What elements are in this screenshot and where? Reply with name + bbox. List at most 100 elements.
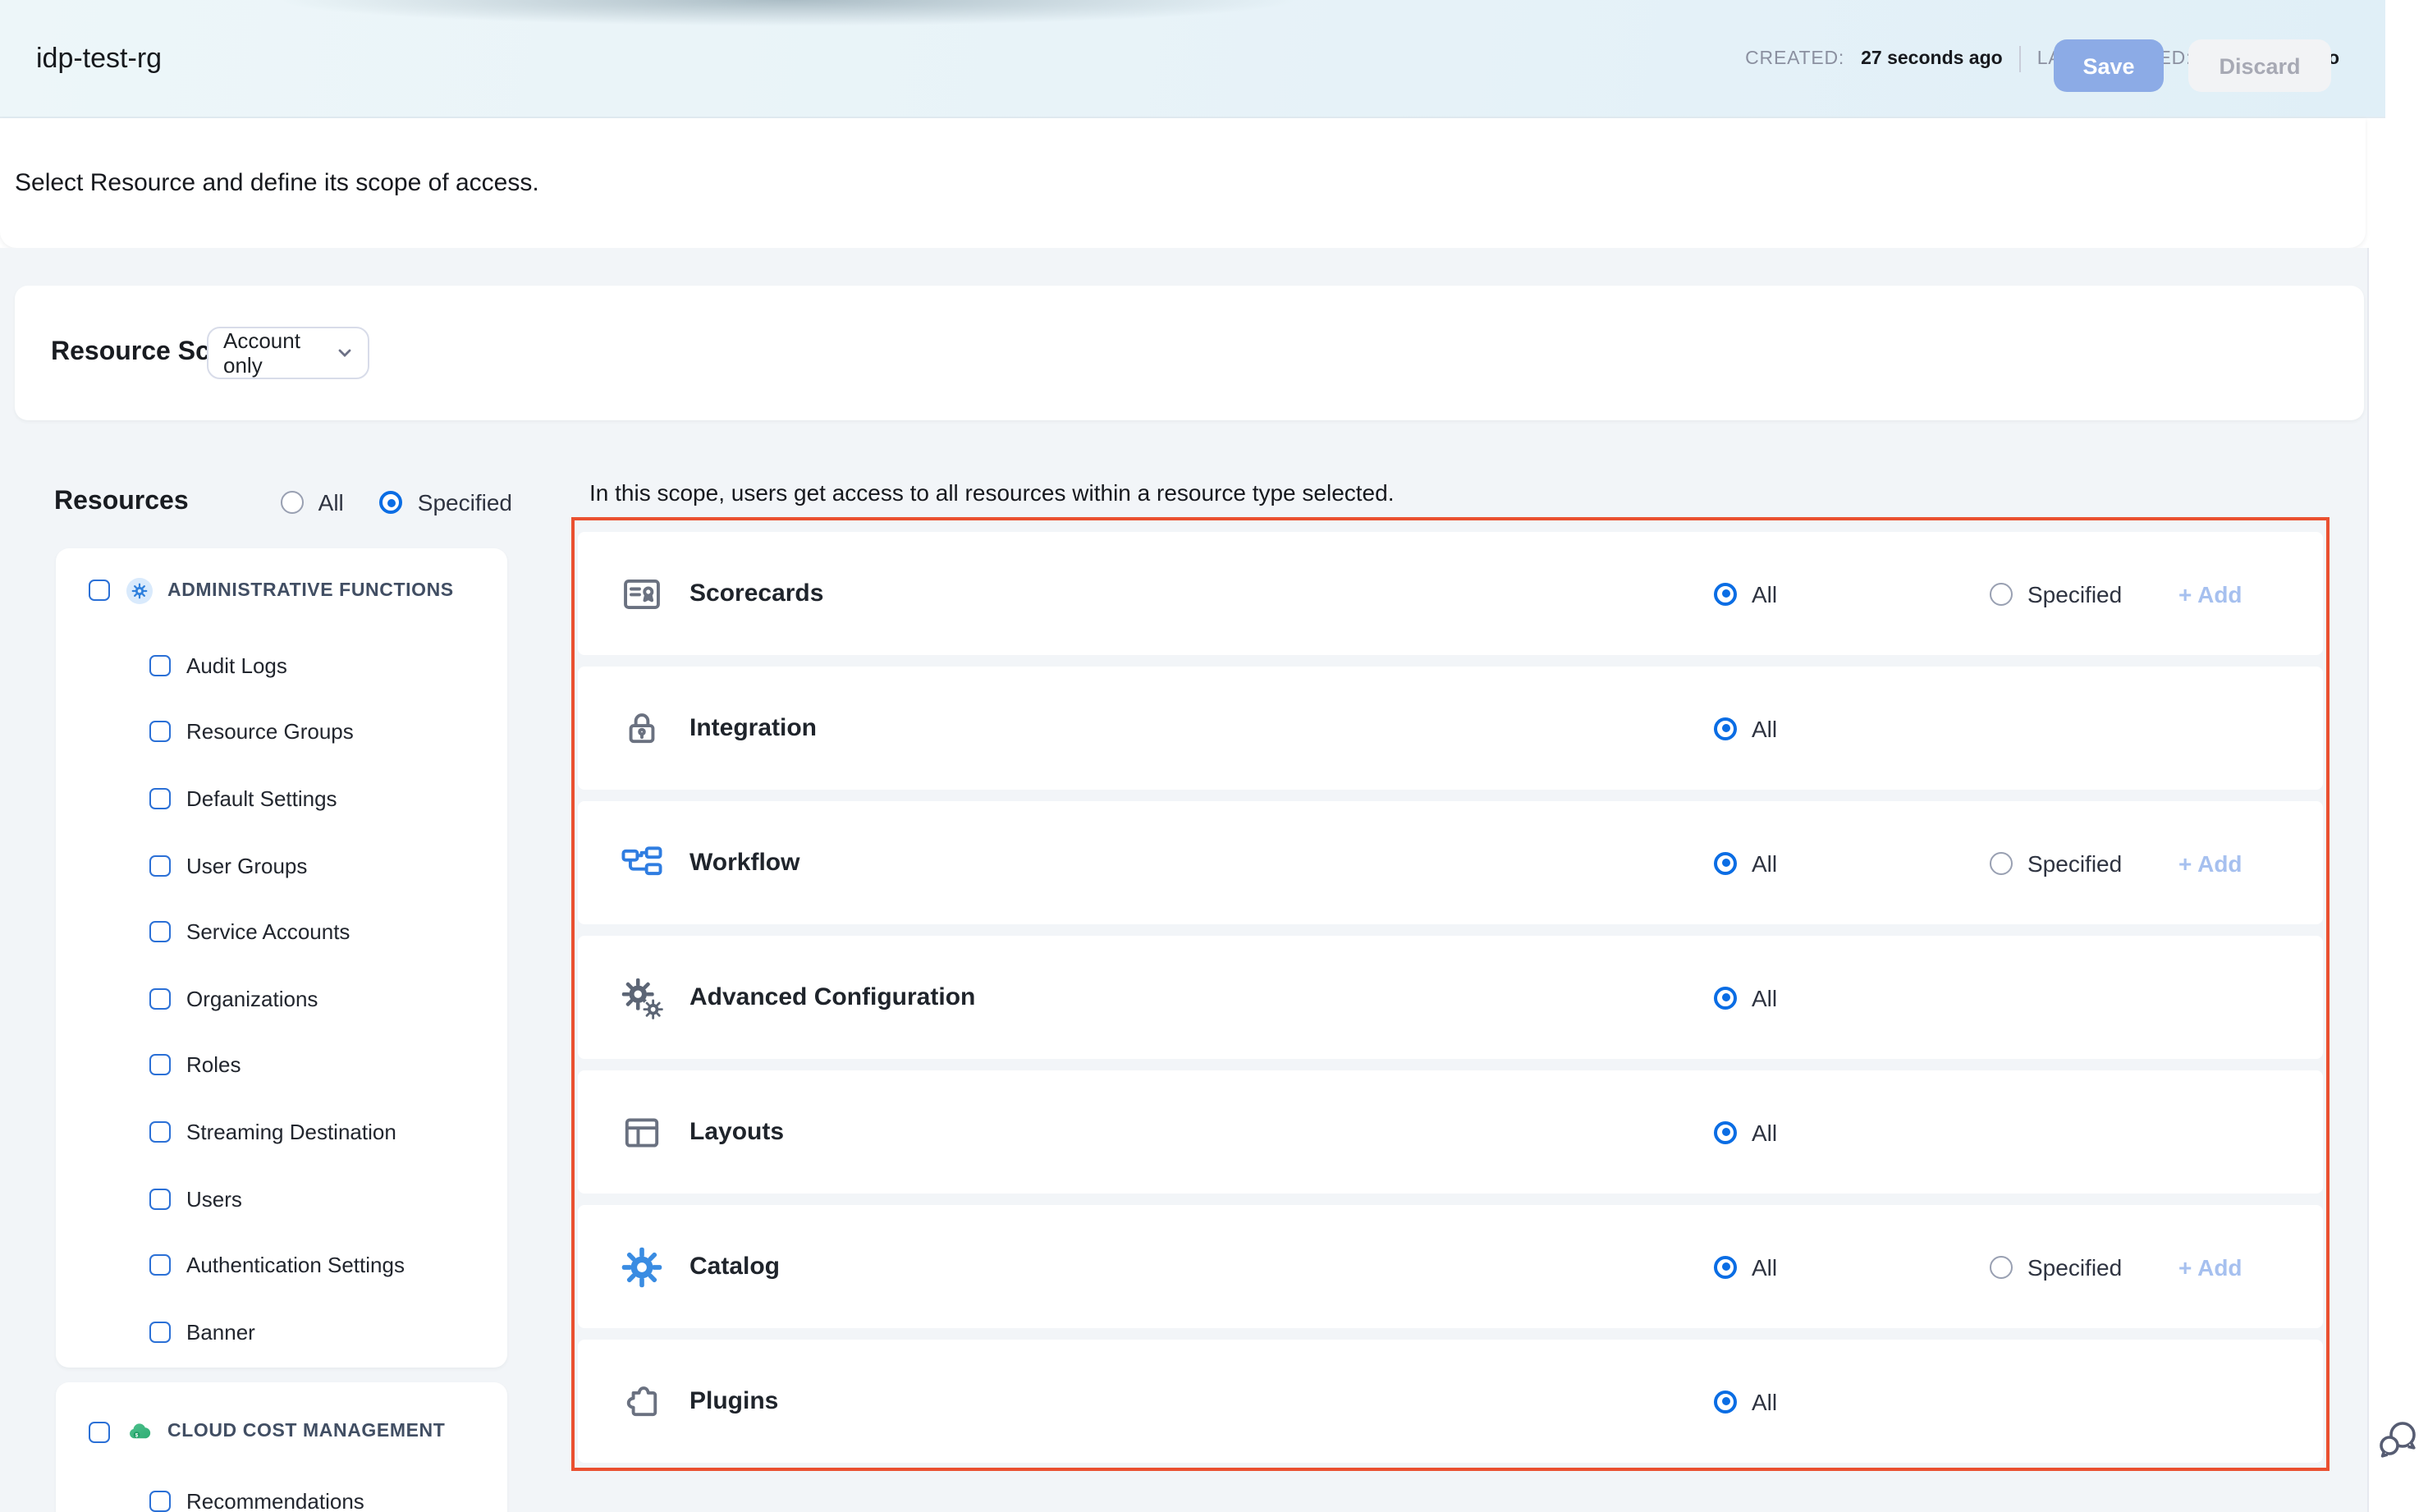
all-radio-label[interactable]: All: [1752, 1119, 1777, 1145]
resources-specified-label[interactable]: Specified: [418, 489, 512, 515]
checkbox-label[interactable]: User Groups: [186, 853, 307, 877]
add-link[interactable]: + Add: [2178, 801, 2242, 924]
group-title: CLOUD COST MANAGEMENT: [167, 1422, 445, 1441]
resources-all-radio[interactable]: [281, 491, 304, 514]
checkbox-label[interactable]: Default Settings: [186, 786, 337, 811]
resource-checkbox-item: User Groups: [56, 832, 507, 899]
all-radio-label[interactable]: All: [1752, 984, 1777, 1010]
resource-row: Layouts All Specified: [578, 1070, 2323, 1194]
resource-rows-highlight-box: Scorecards All Specified + Add Integrati…: [571, 517, 2330, 1471]
all-radio-label[interactable]: All: [1752, 1388, 1777, 1414]
all-radio[interactable]: [1714, 986, 1737, 1009]
specified-radio-label[interactable]: Specified: [2027, 1253, 2122, 1280]
page: idp-test-rg CREATED: 27 seconds ago LAST…: [0, 0, 2428, 1512]
resource-checkbox-item: Resource Groups: [56, 699, 507, 765]
checkbox[interactable]: [149, 655, 171, 676]
checkbox[interactable]: [149, 788, 171, 809]
checkbox-label[interactable]: Service Accounts: [186, 919, 350, 944]
resource-checkbox-item: Streaming Destination: [56, 1098, 507, 1165]
svg-text:$: $: [135, 1432, 139, 1438]
meta-divider: [2019, 45, 2021, 71]
discard-button[interactable]: Discard: [2188, 39, 2331, 92]
specified-radio[interactable]: [1990, 582, 2013, 605]
resource-row-label: Advanced Configuration: [689, 936, 975, 1059]
subheader-description: Select Resource and define its scope of …: [15, 118, 539, 248]
checkbox[interactable]: [149, 1121, 171, 1143]
resource-row: Advanced Configuration All Specified: [578, 936, 2323, 1059]
scorecards-icon: [621, 572, 663, 615]
resource-row: Workflow All Specified + Add: [578, 801, 2323, 924]
resource-row: Plugins All Specified: [578, 1340, 2323, 1463]
resource-row-label: Workflow: [689, 801, 799, 924]
resource-row-label: Layouts: [689, 1070, 784, 1194]
specified-radio[interactable]: [1990, 1255, 2013, 1278]
group-title: ADMINISTRATIVE FUNCTIONS: [167, 580, 454, 600]
gear-icon: [621, 1245, 663, 1288]
resource-group-card-ccm: $ CLOUD COST MANAGEMENT Recommendations: [56, 1382, 507, 1512]
page-title: idp-test-rg: [36, 0, 162, 117]
resource-row: Scorecards All Specified + Add: [578, 532, 2323, 655]
all-radio[interactable]: [1714, 1255, 1737, 1278]
all-radio[interactable]: [1714, 851, 1737, 874]
resource-row-label: Scorecards: [689, 532, 823, 655]
add-link[interactable]: + Add: [2178, 532, 2242, 655]
workflow-icon: [621, 841, 663, 884]
all-radio[interactable]: [1714, 717, 1737, 740]
checkbox[interactable]: [149, 1254, 171, 1276]
puzzle-icon: [621, 1380, 663, 1423]
chevron-down-icon: [337, 345, 353, 361]
save-button[interactable]: Save: [2054, 39, 2164, 92]
resources-all-label[interactable]: All: [318, 489, 344, 515]
all-radio-label[interactable]: All: [1752, 850, 1777, 876]
group-header: $ CLOUD COST MANAGEMENT: [56, 1395, 507, 1468]
checkbox-label[interactable]: Authentication Settings: [186, 1253, 405, 1277]
checkbox[interactable]: [149, 855, 171, 876]
all-radio-label[interactable]: All: [1752, 1253, 1777, 1280]
checkbox-label[interactable]: Banner: [186, 1319, 255, 1344]
checkbox[interactable]: [149, 988, 171, 1010]
checkbox[interactable]: [149, 1188, 171, 1209]
lock-icon: [621, 707, 663, 749]
checkbox[interactable]: [149, 1321, 171, 1342]
checkbox[interactable]: [149, 921, 171, 942]
group-item-list: Audit Logs Resource Groups Default Setti…: [56, 632, 507, 1365]
group-checkbox[interactable]: [89, 580, 110, 601]
specified-radio-label[interactable]: Specified: [2027, 580, 2122, 607]
all-radio-label[interactable]: All: [1752, 580, 1777, 607]
group-header: ADMINISTRATIVE FUNCTIONS: [56, 548, 507, 632]
resource-row: Catalog All Specified + Add: [578, 1205, 2323, 1328]
checkbox-label[interactable]: Resource Groups: [186, 720, 354, 745]
resources-specified-radio[interactable]: [380, 491, 403, 514]
all-radio[interactable]: [1714, 582, 1737, 605]
checkbox[interactable]: [149, 1055, 171, 1076]
add-link[interactable]: + Add: [2178, 1205, 2242, 1328]
resource-checkbox-item: Recommendations: [56, 1468, 507, 1512]
checkbox-label[interactable]: Recommendations: [186, 1489, 364, 1512]
resource-checkbox-item: Service Accounts: [56, 899, 507, 965]
right-rail: [2367, 248, 2428, 1512]
resource-row-label: Integration: [689, 667, 817, 790]
resource-scope-select[interactable]: Account only: [207, 327, 369, 379]
resource-checkbox-item: Organizations: [56, 965, 507, 1032]
checkbox-label[interactable]: Users: [186, 1186, 242, 1211]
checkbox[interactable]: [149, 1491, 171, 1512]
layout-icon: [621, 1111, 663, 1153]
resource-scope-card: Resource Scope Account only: [15, 286, 2364, 420]
scope-instruction: In this scope, users get access to all r…: [589, 479, 1395, 506]
subheader-bar: Select Resource and define its scope of …: [0, 118, 2366, 248]
all-radio-label[interactable]: All: [1752, 715, 1777, 741]
admin-functions-icon: [126, 577, 153, 603]
group-checkbox[interactable]: [89, 1421, 110, 1442]
chat-support-icon[interactable]: [2374, 1415, 2423, 1464]
specified-radio-label[interactable]: Specified: [2027, 850, 2122, 876]
resource-checkbox-item: Default Settings: [56, 765, 507, 832]
all-radio[interactable]: [1714, 1390, 1737, 1413]
checkbox-label[interactable]: Streaming Destination: [186, 1120, 396, 1144]
checkbox-label[interactable]: Audit Logs: [186, 653, 287, 678]
resource-scope-value: Account only: [223, 328, 337, 378]
specified-radio[interactable]: [1990, 851, 2013, 874]
all-radio[interactable]: [1714, 1120, 1737, 1143]
checkbox[interactable]: [149, 722, 171, 743]
checkbox-label[interactable]: Roles: [186, 1053, 241, 1078]
checkbox-label[interactable]: Organizations: [186, 987, 318, 1011]
